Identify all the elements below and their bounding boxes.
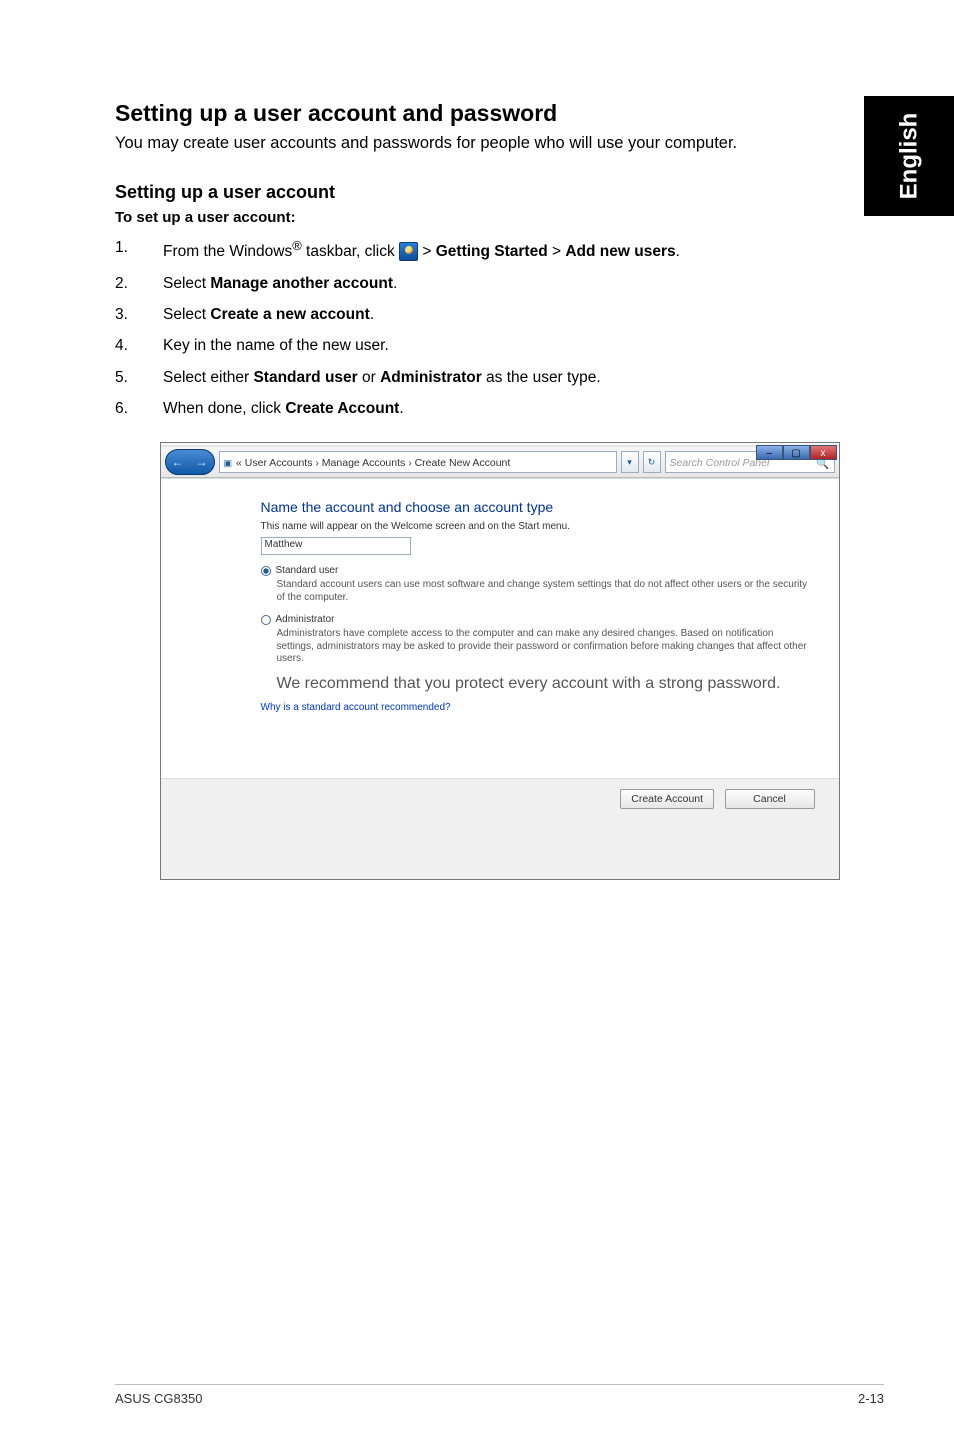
control-panel-icon: ▣ — [224, 458, 233, 469]
start-icon — [399, 242, 418, 261]
registered-mark: ® — [292, 238, 302, 253]
administrator-desc: Administrators have complete access to t… — [277, 628, 809, 666]
standard-user-option[interactable]: Standard user Standard account users can… — [261, 565, 809, 604]
why-link[interactable]: Why is a standard account recommended? — [261, 702, 451, 713]
window-controls: – ▢ x — [756, 445, 837, 460]
search-placeholder: Search Control Panel — [670, 457, 770, 469]
address-bar-row: ←→ ▣ « User Accounts › Manage Accounts ›… — [161, 447, 839, 478]
maximize-button[interactable]: ▢ — [783, 445, 810, 460]
step-2: Select Manage another account. — [115, 272, 884, 295]
footer-page: 2-13 — [858, 1391, 884, 1406]
cancel-button[interactable]: Cancel — [725, 789, 815, 809]
step-3: Select Create a new account. — [115, 303, 884, 326]
account-name-input[interactable]: Matthew — [261, 537, 411, 555]
language-tab: English — [864, 96, 954, 216]
forward-icon[interactable]: → — [196, 455, 208, 469]
recommend-text: We recommend that you protect every acco… — [277, 674, 809, 694]
page-heading: Setting up a user account and password — [115, 100, 884, 127]
create-account-button[interactable]: Create Account — [620, 789, 714, 809]
administrator-option[interactable]: Administrator Administrators have comple… — [261, 614, 809, 666]
refresh-button[interactable]: ↻ — [643, 451, 661, 473]
close-button[interactable]: x — [810, 445, 837, 460]
button-row: Create Account Cancel — [161, 778, 839, 879]
screenshot-window: – ▢ x ←→ ▣ « User Accounts › Manage Acco… — [160, 442, 840, 880]
minimize-button[interactable]: – — [756, 445, 783, 460]
intro-text: You may create user accounts and passwor… — [115, 133, 884, 154]
radio-selected-icon — [261, 566, 271, 576]
page-footer: ASUS CG8350 2-13 — [115, 1384, 884, 1406]
dialog-title: Name the account and choose an account t… — [261, 499, 809, 515]
steps-list: From the Windows® taskbar, click > Getti… — [115, 236, 884, 420]
nav-back-forward[interactable]: ←→ — [165, 449, 215, 475]
dialog-subtext: This name will appear on the Welcome scr… — [261, 521, 809, 532]
step-1: From the Windows® taskbar, click > Getti… — [115, 236, 884, 263]
dialog-body: Name the account and choose an account t… — [161, 478, 839, 778]
breadcrumb-text: « User Accounts › Manage Accounts › Crea… — [236, 457, 510, 469]
standard-user-desc: Standard account users can use most soft… — [277, 579, 809, 604]
step-5: Select either Standard user or Administr… — [115, 366, 884, 389]
standard-user-label: Standard user — [276, 565, 339, 576]
section-heading: Setting up a user account — [115, 182, 884, 203]
back-icon[interactable]: ← — [172, 455, 184, 469]
radio-unselected-icon — [261, 615, 271, 625]
language-label: English — [895, 113, 923, 200]
administrator-label: Administrator — [276, 614, 335, 625]
step-4: Key in the name of the new user. — [115, 334, 884, 357]
step-6: When done, click Create Account. — [115, 397, 884, 420]
footer-model: ASUS CG8350 — [115, 1391, 202, 1406]
breadcrumb-dropdown[interactable]: ▾ — [621, 451, 639, 473]
section-subheading: To set up a user account: — [115, 209, 884, 226]
breadcrumb[interactable]: ▣ « User Accounts › Manage Accounts › Cr… — [219, 451, 617, 473]
